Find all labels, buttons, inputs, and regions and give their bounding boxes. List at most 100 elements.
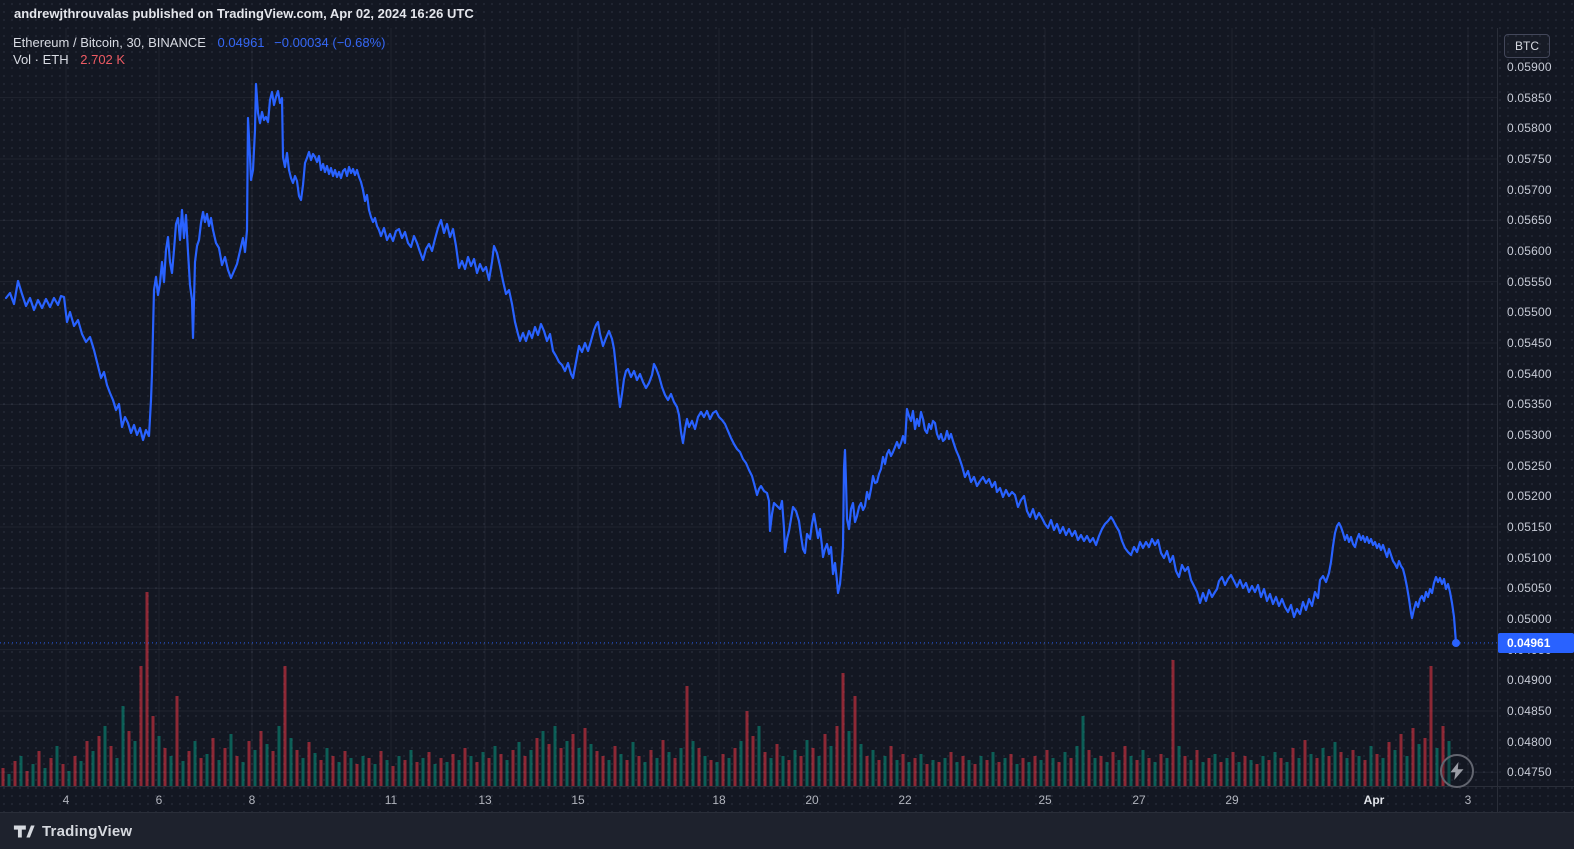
volume-bar [1123, 746, 1127, 786]
price-tick-label: 0.04750 [1507, 765, 1552, 780]
volume-bar [1153, 762, 1157, 786]
price-axis[interactable]: BTC 0.04961 0.05900 0.05850 0.05800 0.05750… [1498, 28, 1574, 786]
time-tick-label: 22 [898, 793, 912, 807]
volume-label: Vol · ETH [13, 52, 69, 67]
volume-bar [1, 768, 5, 786]
volume-bar [1225, 758, 1229, 786]
volume-bar [349, 758, 353, 786]
volume-bar [1015, 764, 1019, 786]
symbol-title[interactable]: Ethereum / Bitcoin, 30, BINANCE [13, 35, 206, 50]
volume-bar [1411, 728, 1415, 786]
volume-bar [223, 748, 227, 786]
volume-bar [133, 741, 137, 786]
volume-bar [751, 736, 755, 786]
volume-bar [169, 756, 173, 786]
volume-bar [667, 752, 671, 786]
volume-bar [637, 756, 641, 786]
price-tick-label: 0.05550 [1507, 274, 1552, 289]
volume-bar [913, 758, 917, 786]
volume-bar [25, 771, 29, 786]
volume-bar [745, 711, 749, 786]
volume-bar [499, 754, 503, 786]
volume-bar [991, 752, 995, 786]
volume-bar [565, 741, 569, 786]
time-axis[interactable]: 4 6 8 11 13 15 18 20 22 25 27 29 Apr 3 [0, 786, 1574, 813]
volume-bar [199, 758, 203, 786]
volume-bar [907, 762, 911, 786]
volume-bar [73, 756, 77, 786]
volume-bar [1399, 734, 1403, 786]
tradingview-brand-text[interactable]: TradingView [42, 823, 132, 840]
price-chart-canvas[interactable] [0, 28, 1497, 786]
volume-bar [1375, 754, 1379, 786]
price-tick-label: 0.05100 [1507, 550, 1552, 565]
volume-bar [703, 756, 707, 786]
tradingview-logo-icon[interactable] [13, 822, 35, 841]
volume-bar [187, 751, 191, 786]
volume-bar [655, 758, 659, 786]
volume-bar [175, 696, 179, 786]
price-tick-label: 0.05850 [1507, 90, 1552, 105]
volume-bar [943, 758, 947, 786]
volume-bar [1021, 758, 1025, 786]
price-tick-label: 0.04900 [1507, 673, 1552, 688]
volume-bar [931, 760, 935, 786]
price-tick-label: 0.05000 [1507, 611, 1552, 626]
volume-bar [427, 752, 431, 786]
volume-bar [481, 752, 485, 786]
volume-bar [871, 750, 875, 786]
volume-bar [739, 741, 743, 786]
volume-bar [583, 728, 587, 786]
volume-bar [373, 764, 377, 786]
volume-bar [601, 756, 605, 786]
volume-bar [793, 750, 797, 786]
price-tick-label: 0.05800 [1507, 121, 1552, 136]
volume-bar [829, 746, 833, 786]
volume-bar [997, 762, 1001, 786]
volume-bar [661, 740, 665, 786]
volume-bar [1351, 750, 1355, 786]
volume-bar [811, 748, 815, 786]
volume-value: 2.702 K [80, 52, 126, 67]
volume-bar [823, 734, 827, 786]
price-tick-label: 0.05350 [1507, 397, 1552, 412]
time-tick-label: 8 [248, 793, 256, 807]
volume-bar [355, 764, 359, 786]
volume-bar [49, 758, 53, 786]
volume-bar [1429, 666, 1433, 786]
time-tick-label: 29 [1225, 793, 1239, 807]
volume-bar [895, 760, 899, 786]
volume-bar [1267, 760, 1271, 786]
volume-bar [889, 746, 893, 786]
price-tick-label: 0.05400 [1507, 366, 1552, 381]
boost-button[interactable] [1440, 754, 1474, 788]
volume-bar [1363, 760, 1367, 786]
time-tick-label: Apr [1363, 793, 1385, 807]
volume-bar [235, 756, 239, 786]
volume-bar [1423, 738, 1427, 786]
volume-bar [163, 748, 167, 786]
volume-bar [1039, 760, 1043, 786]
volume-bar [529, 750, 533, 786]
volume-bar [919, 754, 923, 786]
currency-toggle-button[interactable]: BTC [1504, 34, 1550, 58]
volume-bar [1417, 744, 1421, 786]
volume-bar [493, 746, 497, 786]
volume-bar [43, 768, 47, 786]
volume-bar [19, 756, 23, 786]
volume-bar [151, 716, 155, 786]
volume-bar [1087, 750, 1091, 786]
price-tick-label: 0.05650 [1507, 213, 1552, 228]
volume-bar [1327, 756, 1331, 786]
volume-bar [535, 738, 539, 786]
volume-bar [1249, 760, 1253, 786]
price-line [4, 82, 1458, 645]
volume-bar [973, 764, 977, 786]
volume-bar [319, 760, 323, 786]
volume-bar [1045, 750, 1049, 786]
volume-bar [31, 764, 35, 786]
volume-bar [55, 746, 59, 786]
volume-bar [337, 762, 341, 786]
volume-bar [775, 744, 779, 786]
price-tick-label: 0.05300 [1507, 427, 1552, 442]
